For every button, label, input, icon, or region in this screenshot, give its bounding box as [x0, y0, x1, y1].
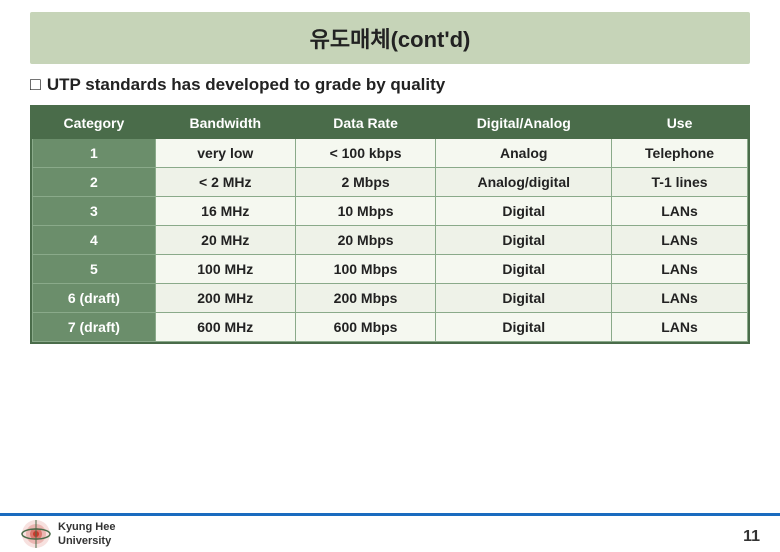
- data-cell: Analog: [436, 139, 612, 168]
- table-row: 1very low< 100 kbpsAnalogTelephone: [33, 139, 748, 168]
- footer: Kyung Hee University 11: [0, 516, 780, 552]
- data-cell: Digital: [436, 255, 612, 284]
- utp-table-container: Category Bandwidth Data Rate Digital/Ana…: [30, 105, 750, 344]
- data-cell: LANs: [612, 255, 748, 284]
- col-header-datarate: Data Rate: [295, 108, 436, 139]
- data-cell: 200 MHz: [155, 284, 295, 313]
- utp-table: Category Bandwidth Data Rate Digital/Ana…: [32, 107, 748, 342]
- data-cell: Analog/digital: [436, 168, 612, 197]
- logo-area: Kyung Hee University: [20, 518, 115, 550]
- data-cell: 10 Mbps: [295, 197, 436, 226]
- data-cell: 600 Mbps: [295, 313, 436, 342]
- subtitle-line: □ UTP standards has developed to grade by…: [30, 74, 750, 95]
- data-cell: T-1 lines: [612, 168, 748, 197]
- col-header-bandwidth: Bandwidth: [155, 108, 295, 139]
- data-cell: Digital: [436, 284, 612, 313]
- data-cell: 20 Mbps: [295, 226, 436, 255]
- slide: 유도매체(cont'd) □ UTP standards has develope…: [0, 12, 780, 552]
- university-name-line1: Kyung Hee: [58, 520, 115, 534]
- data-cell: Telephone: [612, 139, 748, 168]
- col-header-digitalanalog: Digital/Analog: [436, 108, 612, 139]
- col-header-category: Category: [33, 108, 156, 139]
- category-cell: 5: [33, 255, 156, 284]
- table-row: 2< 2 MHz2 MbpsAnalog/digitalT-1 lines: [33, 168, 748, 197]
- table-row: 7 (draft)600 MHz600 MbpsDigitalLANs: [33, 313, 748, 342]
- university-logo-icon: [20, 518, 52, 550]
- data-cell: < 100 kbps: [295, 139, 436, 168]
- table-header-row: Category Bandwidth Data Rate Digital/Ana…: [33, 108, 748, 139]
- data-cell: 200 Mbps: [295, 284, 436, 313]
- data-cell: LANs: [612, 313, 748, 342]
- category-cell: 2: [33, 168, 156, 197]
- category-cell: 1: [33, 139, 156, 168]
- category-cell: 3: [33, 197, 156, 226]
- col-header-use: Use: [612, 108, 748, 139]
- data-cell: Digital: [436, 226, 612, 255]
- data-cell: 20 MHz: [155, 226, 295, 255]
- page-number: 11: [743, 528, 760, 546]
- subtitle-text: UTP standards has developed to grade by …: [47, 75, 445, 94]
- data-cell: 2 Mbps: [295, 168, 436, 197]
- table-row: 420 MHz20 MbpsDigitalLANs: [33, 226, 748, 255]
- category-cell: 4: [33, 226, 156, 255]
- slide-title: 유도매체(cont'd): [50, 22, 730, 54]
- category-cell: 6 (draft): [33, 284, 156, 313]
- data-cell: 100 Mbps: [295, 255, 436, 284]
- title-bar: 유도매체(cont'd): [30, 12, 750, 64]
- data-cell: Digital: [436, 197, 612, 226]
- university-name: Kyung Hee University: [58, 520, 115, 549]
- university-name-line2: University: [58, 534, 115, 548]
- data-cell: LANs: [612, 284, 748, 313]
- data-cell: 600 MHz: [155, 313, 295, 342]
- data-cell: LANs: [612, 197, 748, 226]
- data-cell: very low: [155, 139, 295, 168]
- table-row: 6 (draft)200 MHz200 MbpsDigitalLANs: [33, 284, 748, 313]
- data-cell: < 2 MHz: [155, 168, 295, 197]
- category-cell: 7 (draft): [33, 313, 156, 342]
- data-cell: LANs: [612, 226, 748, 255]
- table-row: 5100 MHz100 MbpsDigitalLANs: [33, 255, 748, 284]
- data-cell: Digital: [436, 313, 612, 342]
- data-cell: 100 MHz: [155, 255, 295, 284]
- table-row: 316 MHz10 MbpsDigitalLANs: [33, 197, 748, 226]
- data-cell: 16 MHz: [155, 197, 295, 226]
- bullet-icon: □: [30, 74, 41, 94]
